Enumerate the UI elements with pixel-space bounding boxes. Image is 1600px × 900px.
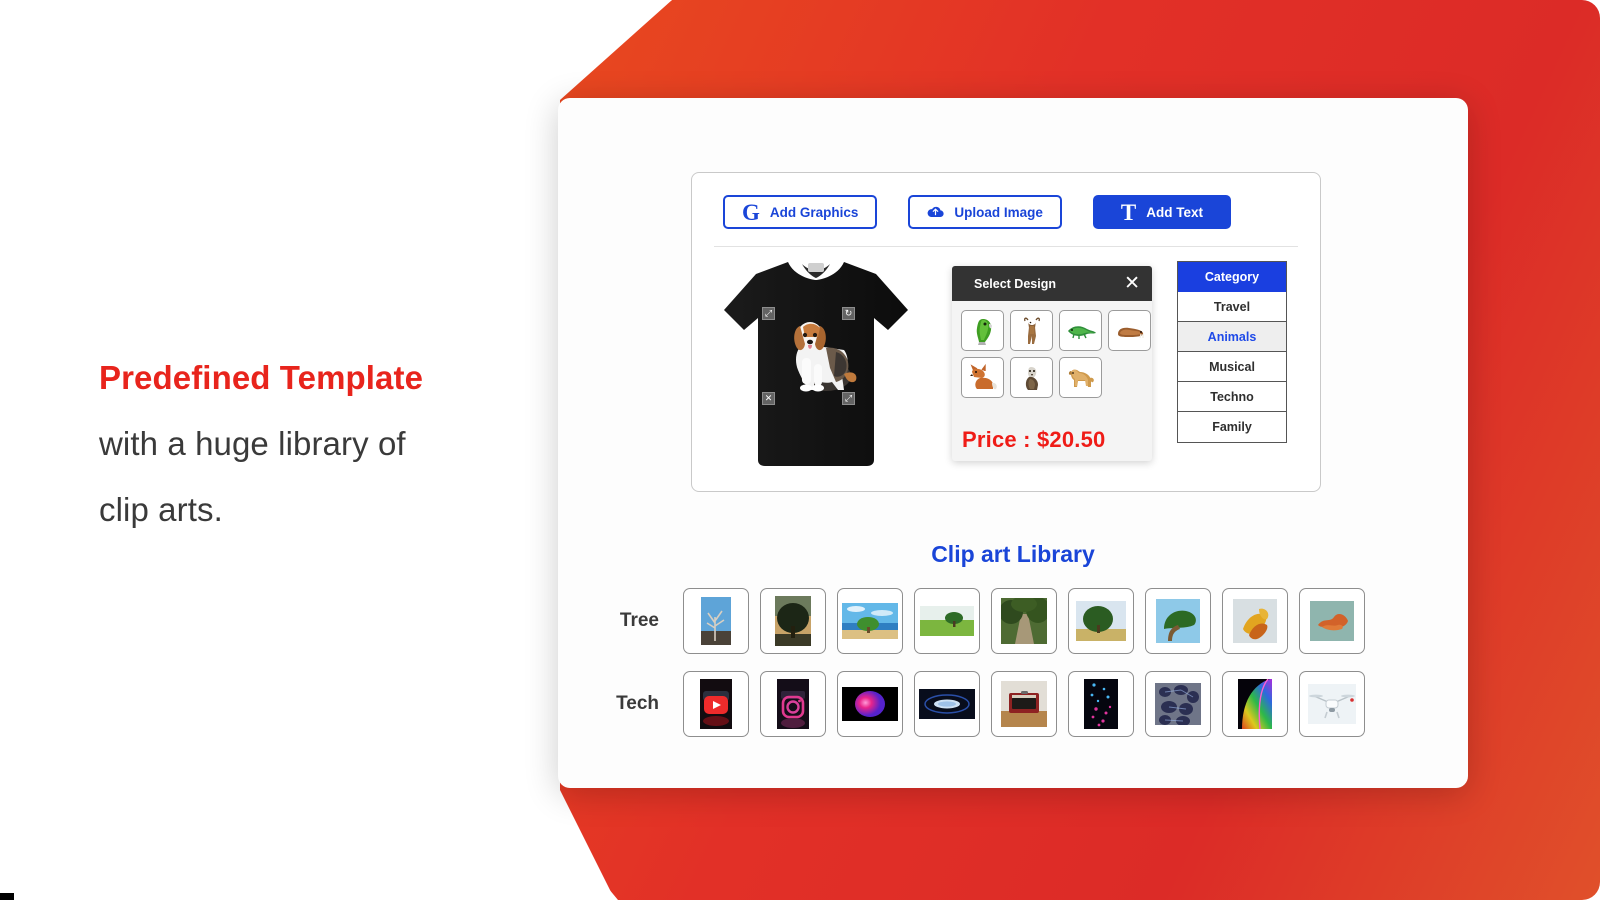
clipart-dark-oak-field[interactable]: [760, 588, 826, 654]
design-thumb-parrot[interactable]: [961, 310, 1004, 351]
library-tiles-tree: [683, 588, 1365, 654]
amplifier-icon: [1001, 681, 1047, 727]
wide-canopy-thumb-icon: [1156, 599, 1200, 643]
upload-image-label: Upload Image: [954, 204, 1043, 220]
category-item-techno[interactable]: Techno: [1178, 382, 1286, 412]
design-thumbnail-grid: [952, 301, 1152, 398]
neon-lights-icon: [1084, 679, 1118, 729]
magenta-orb-icon: [842, 687, 898, 721]
category-item-animals[interactable]: Animals: [1178, 322, 1286, 352]
youtube-icon: [700, 679, 732, 729]
app-card: G Add Graphics Upload Image T Add Text ⤢…: [558, 98, 1468, 788]
cloud-upload-icon: [927, 203, 945, 222]
walrus-icon: [1117, 327, 1144, 338]
clipart-white-quadcopter-drone[interactable]: [1299, 671, 1365, 737]
clipart-autumn-leaves[interactable]: [1222, 588, 1288, 654]
design-thumb-dog[interactable]: [1059, 357, 1102, 398]
add-graphics-label: Add Graphics: [769, 204, 859, 220]
library-row-label-tech: Tech: [616, 693, 659, 714]
parrot-icon: [976, 318, 992, 345]
clipart-blue-network-nodes[interactable]: [1145, 671, 1211, 737]
ferret-icon: [1025, 366, 1038, 390]
editor-toolbar: G Add Graphics Upload Image T Add Text: [692, 173, 1320, 229]
toolbar-divider: [714, 246, 1298, 247]
lizard-icon: [1067, 325, 1096, 339]
delete-handle-bottom-left[interactable]: ✕: [762, 392, 775, 405]
upload-image-button[interactable]: Upload Image: [908, 195, 1062, 229]
design-thumb-deer[interactable]: [1010, 310, 1053, 351]
clipart-wide-canopy-tree[interactable]: [1145, 588, 1211, 654]
category-item-family[interactable]: Family: [1178, 412, 1286, 442]
clipart-bare-tree-blue-sky[interactable]: [683, 588, 749, 654]
library-tiles-tech: [683, 671, 1365, 737]
category-header: Category: [1178, 262, 1286, 292]
blue-disc-icon: [919, 689, 975, 719]
text-t-icon: T: [1120, 199, 1137, 225]
dark-oak-thumb-icon: [775, 596, 811, 646]
price-label: Price : $20.50: [962, 427, 1106, 452]
clipart-tree-on-meadow[interactable]: [1068, 588, 1134, 654]
clipart-vintage-amplifier[interactable]: [991, 671, 1057, 737]
library-row-label-tree: Tree: [619, 610, 659, 631]
hero-line-2: with a huge library of: [99, 425, 406, 462]
design-thumb-lizard[interactable]: [1059, 310, 1102, 351]
beach-tree-thumb-icon: [842, 603, 898, 639]
select-design-title: Select Design: [974, 276, 1056, 291]
drone-icon: [1308, 684, 1356, 724]
lone-tree-thumb-icon: [920, 606, 974, 636]
instagram-icon: [777, 679, 809, 729]
category-item-musical[interactable]: Musical: [1178, 352, 1286, 382]
dog-design-graphic: [794, 322, 857, 392]
hero-line-1: Predefined Template: [99, 359, 424, 396]
clipart-youtube-logo[interactable]: [683, 671, 749, 737]
meadow-tree-thumb-icon: [1076, 601, 1126, 641]
hero-line-3: clip arts.: [99, 491, 223, 528]
add-text-label: Add Text: [1146, 204, 1204, 220]
network-nodes-icon: [1155, 683, 1201, 725]
dog-icon: [1068, 369, 1094, 387]
autumn-leaves-thumb-icon: [1233, 599, 1277, 643]
library-row-tech: Tech: [558, 671, 1468, 737]
design-thumb-walrus[interactable]: [1108, 310, 1151, 351]
screenshot-root: Predefined Template with a huge library …: [0, 0, 1600, 900]
design-editor-panel: G Add Graphics Upload Image T Add Text ⤢…: [691, 172, 1321, 492]
clipart-orange-coral-tree[interactable]: [1299, 588, 1365, 654]
clipart-instagram-logo[interactable]: [760, 671, 826, 737]
close-icon[interactable]: ✕: [1124, 274, 1140, 293]
clipart-forest-path[interactable]: [991, 588, 1057, 654]
rotate-handle-top-right[interactable]: ↻: [842, 307, 855, 320]
library-row-tree: Tree: [558, 588, 1468, 654]
corner-marker: [0, 893, 14, 900]
clipart-neon-light-strands[interactable]: [1068, 671, 1134, 737]
led-grid-icon: [1238, 679, 1272, 729]
fox-icon: [969, 363, 997, 389]
bare-tree-thumb-icon: [701, 597, 731, 645]
coral-tree-thumb-icon: [1310, 601, 1354, 641]
graphics-g-icon: G: [742, 199, 760, 225]
design-thumb-fox[interactable]: [961, 357, 1004, 398]
category-item-travel[interactable]: Travel: [1178, 292, 1286, 322]
resize-handle-bottom-right[interactable]: ⤢: [842, 392, 855, 405]
clipart-magenta-orb[interactable]: [837, 671, 903, 737]
add-text-button[interactable]: T Add Text: [1092, 195, 1232, 229]
clipart-blue-disc-ring[interactable]: [914, 671, 980, 737]
add-graphics-button[interactable]: G Add Graphics: [723, 195, 878, 229]
select-design-popup: Select Design ✕ Price: $20.50: [952, 266, 1152, 461]
resize-handle-top-left[interactable]: ⤢: [762, 307, 775, 320]
tshirt-preview[interactable]: ⤢ ↻ ✕ ⤢: [716, 254, 916, 472]
clipart-lone-tree-green-field[interactable]: [914, 588, 980, 654]
clipart-rainbow-led-grid[interactable]: [1222, 671, 1288, 737]
design-thumb-ferret[interactable]: [1010, 357, 1053, 398]
category-list: Category Travel Animals Musical Techno F…: [1177, 261, 1287, 443]
deer-icon: [1023, 317, 1040, 344]
clip-art-library-title: Clip art Library: [931, 541, 1095, 567]
select-design-header: Select Design ✕: [952, 266, 1152, 301]
forest-path-thumb-icon: [1001, 598, 1047, 644]
clipart-beach-tree-sea[interactable]: [837, 588, 903, 654]
hero-copy: Predefined Template with a huge library …: [99, 345, 529, 543]
